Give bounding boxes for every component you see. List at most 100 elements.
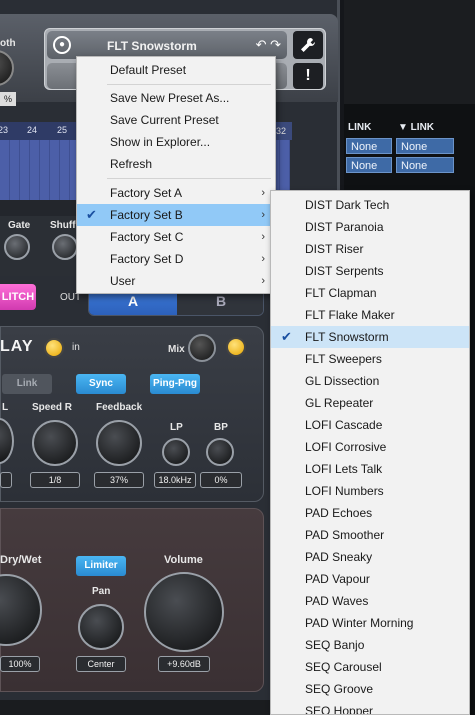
- menu-item-save-new-preset[interactable]: Save New Preset As...: [77, 87, 275, 109]
- gate-knob[interactable]: [4, 234, 30, 260]
- submenu-item[interactable]: SEQ Groove: [271, 678, 469, 700]
- bp-knob[interactable]: [206, 438, 234, 466]
- pingpong-button[interactable]: Ping-Png: [150, 374, 200, 394]
- menu-item-refresh[interactable]: Refresh: [77, 153, 275, 175]
- menu-item-label: Factory Set A: [110, 186, 183, 200]
- submenu-item[interactable]: SEQ Banjo: [271, 634, 469, 656]
- speed-r-label: Speed R: [32, 402, 73, 413]
- glitch-button[interactable]: LITCH: [0, 284, 36, 310]
- submenu-item-label: LOFI Lets Talk: [305, 462, 383, 476]
- menu-item-default-preset[interactable]: Default Preset: [77, 59, 275, 81]
- ruler-tick: 23: [0, 125, 9, 135]
- feedback-knob[interactable]: [96, 420, 142, 466]
- synth-value-box[interactable]: %: [0, 92, 16, 106]
- submenu-item-label: PAD Sneaky: [305, 550, 373, 564]
- lp-label: LP: [170, 422, 183, 433]
- mix-led[interactable]: [226, 337, 246, 357]
- chevron-right-icon: ›: [261, 187, 265, 199]
- speed-l-value[interactable]: [0, 472, 12, 488]
- menu-item-user[interactable]: User ›: [77, 270, 275, 292]
- submenu-item-label: GL Repeater: [305, 396, 374, 410]
- submenu-item[interactable]: PAD Echoes: [271, 502, 469, 524]
- submenu-item[interactable]: LOFI Corrosive: [271, 436, 469, 458]
- check-icon: ✔: [281, 329, 292, 344]
- submenu-item-label: PAD Waves: [305, 594, 369, 608]
- menu-item-label: Factory Set C: [110, 230, 184, 244]
- link-header-1: LINK: [348, 122, 372, 133]
- submenu-item[interactable]: ✔ FLT Snowstorm: [271, 326, 469, 348]
- submenu-item[interactable]: GL Repeater: [271, 392, 469, 414]
- none-dropdown[interactable]: None: [346, 138, 392, 154]
- menu-item-show-in-explorer[interactable]: Show in Explorer...: [77, 131, 275, 153]
- submenu-item[interactable]: LOFI Lets Talk: [271, 458, 469, 480]
- submenu-item-label: PAD Echoes: [305, 506, 373, 520]
- submenu-item-label: PAD Winter Morning: [305, 616, 414, 630]
- bottom-strip: [0, 700, 270, 715]
- link-button[interactable]: Link: [2, 374, 52, 394]
- submenu-item[interactable]: GL Dissection: [271, 370, 469, 392]
- undo-redo-icon[interactable]: ↶ ↷: [256, 37, 281, 53]
- lp-knob[interactable]: [162, 438, 190, 466]
- submenu-item[interactable]: FLT Sweepers: [271, 348, 469, 370]
- chevron-right-icon: ›: [261, 275, 265, 287]
- wrench-icon[interactable]: [293, 31, 323, 59]
- ruler-tick: 25: [57, 125, 68, 135]
- delay-title: LAY: [0, 338, 34, 355]
- pan-value[interactable]: Center: [76, 656, 126, 672]
- pan-label: Pan: [92, 586, 111, 597]
- volume-label: Volume: [164, 554, 203, 566]
- bp-label: BP: [214, 422, 228, 433]
- menu-item-factory-set-b[interactable]: ✔ Factory Set B ›: [77, 204, 275, 226]
- speed-r-knob[interactable]: [32, 420, 78, 466]
- pan-knob[interactable]: [78, 604, 124, 650]
- delay-power-led[interactable]: [44, 338, 64, 358]
- none-dropdown[interactable]: None: [346, 157, 392, 173]
- sync-button[interactable]: Sync: [76, 374, 126, 394]
- submenu-item-label: DIST Dark Tech: [305, 198, 390, 212]
- submenu-item[interactable]: DIST Riser: [271, 238, 469, 260]
- submenu-item[interactable]: DIST Dark Tech: [271, 194, 469, 216]
- submenu-item-label: SEQ Hopper: [305, 704, 374, 715]
- preset-name-bar[interactable]: ● FLT Snowstorm ↶ ↷: [47, 31, 287, 59]
- preset-name: FLT Snowstorm: [107, 39, 197, 53]
- shuffle-knob[interactable]: [52, 234, 78, 260]
- speed-r-value[interactable]: 1/8: [30, 472, 80, 488]
- menu-separator: [107, 84, 271, 85]
- alert-button[interactable]: !: [293, 63, 323, 89]
- submenu-item[interactable]: PAD Winter Morning: [271, 612, 469, 634]
- none-dropdown[interactable]: None: [396, 157, 454, 173]
- menu-item-factory-set-c[interactable]: Factory Set C ›: [77, 226, 275, 248]
- submenu-item[interactable]: PAD Smoother: [271, 524, 469, 546]
- submenu-item[interactable]: LOFI Numbers: [271, 480, 469, 502]
- submenu-item[interactable]: PAD Vapour: [271, 568, 469, 590]
- menu-item-save-current-preset[interactable]: Save Current Preset: [77, 109, 275, 131]
- bp-value[interactable]: 0%: [200, 472, 242, 488]
- submenu-item[interactable]: FLT Flake Maker: [271, 304, 469, 326]
- limiter-button[interactable]: Limiter: [76, 556, 126, 576]
- submenu-item-label: SEQ Carousel: [305, 660, 382, 674]
- menu-item-factory-set-d[interactable]: Factory Set D ›: [77, 248, 275, 270]
- mix-label: Mix: [168, 344, 185, 355]
- submenu-item[interactable]: PAD Waves: [271, 590, 469, 612]
- menu-separator: [107, 178, 271, 179]
- mix-knob[interactable]: [188, 334, 216, 362]
- submenu-item-label: FLT Snowstorm: [305, 330, 389, 344]
- none-dropdown[interactable]: None: [396, 138, 454, 154]
- submenu-item[interactable]: PAD Sneaky: [271, 546, 469, 568]
- drywet-value[interactable]: 100%: [0, 656, 40, 672]
- submenu-item[interactable]: SEQ Hopper: [271, 700, 469, 715]
- feedback-label: Feedback: [96, 402, 143, 413]
- submenu-item[interactable]: DIST Paranoia: [271, 216, 469, 238]
- submenu-item[interactable]: LOFI Cascade: [271, 414, 469, 436]
- menu-item-factory-set-a[interactable]: Factory Set A ›: [77, 182, 275, 204]
- submenu-item[interactable]: SEQ Carousel: [271, 656, 469, 678]
- speed-l-label: L: [2, 402, 9, 413]
- volume-value[interactable]: +9.60dB: [158, 656, 210, 672]
- submenu-item[interactable]: DIST Serpents: [271, 260, 469, 282]
- volume-knob[interactable]: [144, 572, 224, 652]
- submenu-item[interactable]: FLT Clapman: [271, 282, 469, 304]
- lp-value[interactable]: 18.0kHz: [154, 472, 196, 488]
- feedback-value[interactable]: 37%: [94, 472, 144, 488]
- screen: LINK ▼ LINK None None None None oth % ● …: [0, 0, 475, 715]
- gate-label: Gate: [8, 220, 31, 231]
